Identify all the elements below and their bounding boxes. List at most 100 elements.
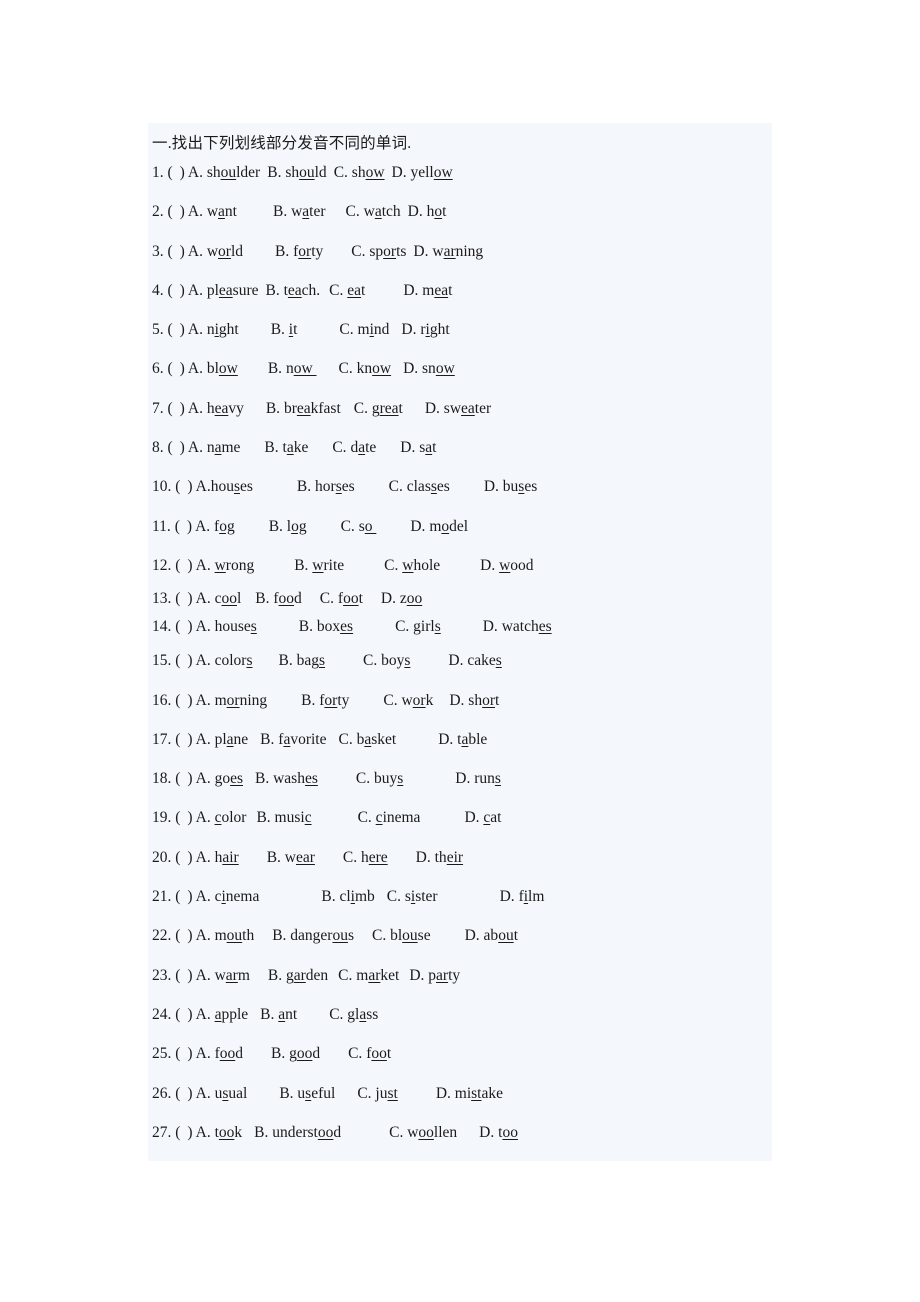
answer-option[interactable]: A. apple	[196, 1006, 249, 1023]
answer-option[interactable]: D. snow	[403, 360, 455, 377]
answer-bracket-close[interactable]: )	[180, 243, 185, 260]
answer-option[interactable]: A. fog	[195, 518, 235, 535]
answer-option[interactable]: A. name	[188, 439, 241, 456]
answer-bracket-close[interactable]: )	[187, 849, 192, 866]
answer-option[interactable]: D. warning	[413, 243, 483, 260]
answer-option[interactable]: C. basket	[338, 731, 396, 748]
answer-option[interactable]: D. their	[416, 849, 463, 866]
answer-option[interactable]: A. night	[188, 321, 239, 338]
answer-option[interactable]: A.houses	[196, 478, 253, 495]
answer-option[interactable]: B. wear	[267, 849, 315, 866]
answer-bracket-close[interactable]: )	[187, 692, 192, 709]
answer-option[interactable]: D. about	[465, 927, 518, 944]
answer-bracket-close[interactable]: )	[187, 652, 192, 669]
answer-option[interactable]: A. want	[188, 203, 237, 220]
answer-bracket-close[interactable]: )	[187, 618, 192, 635]
answer-bracket-open[interactable]: (	[175, 888, 180, 905]
answer-bracket-close[interactable]: )	[180, 282, 185, 299]
answer-option[interactable]: A. usual	[196, 1085, 248, 1102]
answer-option[interactable]: C. woollen	[389, 1124, 457, 1141]
answer-option[interactable]: C. sports	[351, 243, 406, 260]
answer-option[interactable]: B. dangerous	[272, 927, 354, 944]
answer-option[interactable]: B. take	[264, 439, 308, 456]
answer-option[interactable]: D. table	[438, 731, 487, 748]
answer-option[interactable]: C. buys	[356, 770, 403, 787]
answer-bracket-open[interactable]: (	[168, 400, 173, 417]
answer-bracket-close[interactable]: )	[187, 770, 192, 787]
answer-bracket-open[interactable]: (	[175, 1085, 180, 1102]
answer-bracket-close[interactable]: )	[180, 321, 185, 338]
answer-option[interactable]: C. whole	[384, 557, 440, 574]
answer-option[interactable]: D. sweater	[425, 400, 491, 417]
answer-bracket-open[interactable]: (	[175, 1124, 180, 1141]
answer-option[interactable]: A. hair	[196, 849, 239, 866]
answer-bracket-close[interactable]: )	[180, 439, 185, 456]
answer-bracket-open[interactable]: (	[175, 1006, 180, 1023]
answer-option[interactable]: A. mouth	[196, 927, 255, 944]
answer-option[interactable]: A. food	[196, 1045, 243, 1062]
answer-bracket-close[interactable]: )	[187, 967, 192, 984]
answer-option[interactable]: C. glass	[329, 1006, 378, 1023]
answer-bracket-open[interactable]: (	[175, 809, 180, 826]
answer-bracket-open[interactable]: (	[175, 557, 180, 574]
answer-option[interactable]: D. cakes	[448, 652, 501, 669]
answer-option[interactable]: D. yellow	[392, 164, 453, 181]
answer-option[interactable]: A. blow	[188, 360, 238, 377]
answer-option[interactable]: B. climb	[321, 888, 374, 905]
answer-option[interactable]: C. sister	[387, 888, 438, 905]
answer-bracket-close[interactable]: )	[187, 1085, 192, 1102]
answer-option[interactable]: C. work	[383, 692, 433, 709]
answer-bracket-open[interactable]: (	[175, 1045, 180, 1062]
answer-option[interactable]: C. know	[339, 360, 392, 377]
answer-bracket-open[interactable]: (	[168, 243, 173, 260]
answer-bracket-close[interactable]: )	[187, 1124, 192, 1141]
answer-option[interactable]: C. blouse	[372, 927, 431, 944]
answer-option[interactable]: D. wood	[480, 557, 533, 574]
answer-bracket-open[interactable]: (	[175, 618, 180, 635]
answer-bracket-close[interactable]: )	[187, 557, 192, 574]
answer-option[interactable]: C. date	[332, 439, 376, 456]
answer-option[interactable]: C. here	[343, 849, 388, 866]
answer-bracket-close[interactable]: )	[180, 203, 185, 220]
answer-option[interactable]: B. now	[268, 360, 317, 377]
answer-option[interactable]: A. pleasure	[188, 282, 259, 299]
answer-bracket-open[interactable]: (	[168, 203, 173, 220]
answer-option[interactable]: C. market	[338, 967, 399, 984]
answer-option[interactable]: A. color	[196, 809, 247, 826]
answer-bracket-close[interactable]: )	[187, 731, 192, 748]
answer-bracket-open[interactable]: (	[175, 967, 180, 984]
answer-option[interactable]: D. meat	[403, 282, 452, 299]
answer-option[interactable]: C. great	[354, 400, 403, 417]
answer-option[interactable]: A. shoulder	[188, 164, 260, 181]
answer-option[interactable]: D. short	[449, 692, 499, 709]
answer-option[interactable]: C. classes	[389, 478, 450, 495]
answer-option[interactable]: C. mind	[339, 321, 389, 338]
answer-option[interactable]: D. party	[409, 967, 460, 984]
answer-option[interactable]: B. forty	[301, 692, 349, 709]
answer-option[interactable]: B. breakfast	[266, 400, 341, 417]
answer-option[interactable]: B. it	[271, 321, 298, 338]
answer-bracket-open[interactable]: (	[175, 770, 180, 787]
answer-bracket-close[interactable]: )	[187, 1006, 192, 1023]
answer-option[interactable]: C. show	[334, 164, 385, 181]
answer-option[interactable]: C. foot	[348, 1045, 391, 1062]
answer-option[interactable]: B. write	[294, 557, 344, 574]
answer-option[interactable]: A. morning	[196, 692, 268, 709]
answer-bracket-close[interactable]: )	[187, 809, 192, 826]
answer-bracket-open[interactable]: (	[175, 518, 180, 535]
answer-option[interactable]: B. favorite	[260, 731, 326, 748]
answer-option[interactable]: A. cinema	[196, 888, 260, 905]
answer-option[interactable]: C. eat	[329, 282, 365, 299]
answer-option[interactable]: A. goes	[196, 770, 243, 787]
answer-option[interactable]: D. buses	[484, 478, 537, 495]
answer-option[interactable]: A. wrong	[196, 557, 255, 574]
answer-option[interactable]: A. took	[196, 1124, 243, 1141]
answer-bracket-close[interactable]: )	[187, 478, 192, 495]
answer-option[interactable]: D. cat	[464, 809, 501, 826]
answer-bracket-close[interactable]: )	[180, 400, 185, 417]
answer-option[interactable]: A. world	[188, 243, 243, 260]
answer-option[interactable]: C. cinema	[358, 809, 421, 826]
answer-option[interactable]: D. sat	[400, 439, 436, 456]
answer-option[interactable]: B. teach.	[265, 282, 320, 299]
answer-option[interactable]: B. boxes	[299, 618, 353, 635]
